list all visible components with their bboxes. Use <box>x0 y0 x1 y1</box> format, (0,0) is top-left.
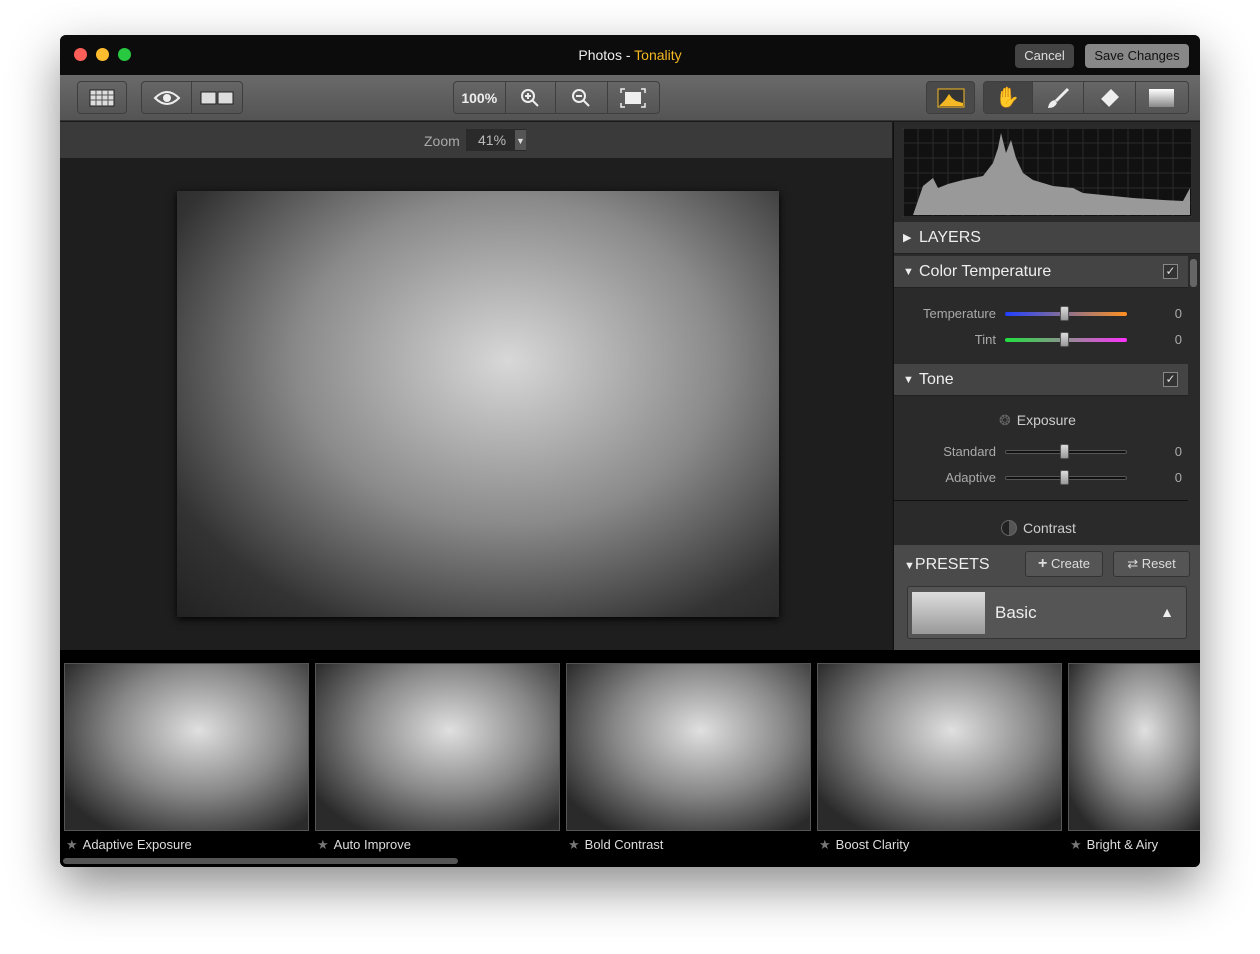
standard-label: Standard <box>943 444 996 459</box>
temperature-slider-handle[interactable] <box>1060 306 1069 321</box>
reset-preset-button[interactable]: ⇄ Reset <box>1113 551 1190 577</box>
temperature-value: 0 <box>1174 306 1182 321</box>
preset-thumbnail-auto-improve[interactable] <box>315 663 560 831</box>
color-temperature-checkbox[interactable]: ✓ <box>1163 264 1178 279</box>
cancel-button[interactable]: Cancel <box>1015 44 1074 68</box>
preset-label-text: Adaptive Exposure <box>82 837 192 852</box>
gradient-icon[interactable] <box>1136 82 1188 113</box>
adaptive-slider-row: Adaptive 0 <box>894 468 1188 488</box>
tone-title: Tone <box>919 371 954 388</box>
tint-slider-row: Tint 0 <box>894 330 1188 350</box>
toolbar: 100% ✋ <box>60 75 1200 121</box>
exposure-label: Exposure <box>1016 412 1076 428</box>
color-temperature-title: Color Temperature <box>919 263 1052 280</box>
triangle-up-icon[interactable]: ▲ <box>1160 604 1174 620</box>
presets-title: PRESETS <box>914 556 990 573</box>
image-canvas[interactable] <box>60 158 892 650</box>
zoom-value: 41% <box>478 132 507 148</box>
adaptive-slider-handle[interactable] <box>1060 470 1069 485</box>
preset-label[interactable]: ★ Bright & Airy <box>1070 837 1158 853</box>
zoom-select[interactable]: 41% ▼ <box>466 129 526 151</box>
preset-label[interactable]: ★ Bold Contrast <box>568 837 663 853</box>
triangle-down-icon: ▼ <box>904 560 915 572</box>
aperture-icon: ❂ <box>999 412 1011 428</box>
preset-label-text: Bold Contrast <box>584 837 664 852</box>
color-temperature-header[interactable]: ▼ Color Temperature ✓ <box>894 256 1188 288</box>
preset-label[interactable]: ★ Boost Clarity <box>819 837 909 853</box>
split-view-icon[interactable] <box>192 82 242 113</box>
tint-slider-handle[interactable] <box>1060 332 1069 347</box>
triangle-right-icon: ▶ <box>903 232 912 244</box>
plus-icon: + <box>1038 555 1048 572</box>
title-bar: Photos - Tonality Cancel Save Changes <box>60 35 1200 75</box>
tone-header[interactable]: ▼ Tone ✓ <box>894 364 1188 396</box>
create-label: Create <box>1050 556 1090 571</box>
triangle-down-icon: ▼ <box>903 374 914 386</box>
adaptive-value: 0 <box>1174 470 1182 485</box>
zoom-bar: Zoom 41% ▼ <box>60 122 892 158</box>
temperature-slider-row: Temperature 0 <box>894 304 1188 324</box>
standard-value: 0 <box>1174 444 1182 459</box>
preset-label[interactable]: ★ Adaptive Exposure <box>66 837 192 853</box>
triangle-down-icon: ▼ <box>903 266 914 278</box>
zoom-in-icon[interactable] <box>506 82 557 113</box>
preset-label-text: Boost Clarity <box>835 837 910 852</box>
histogram <box>903 128 1192 217</box>
eye-icon[interactable] <box>142 82 193 113</box>
preset-thumbnail-bright-airy[interactable] <box>1068 663 1200 831</box>
contrast-icon <box>1001 520 1017 536</box>
layers-header[interactable]: ▶ LAYERS <box>894 222 1200 254</box>
preset-label-text: Auto Improve <box>333 837 411 852</box>
filmstrip-scrollbar[interactable] <box>63 858 458 864</box>
tint-label: Tint <box>974 332 996 347</box>
adjustments-panel: ▶ LAYERS ▼ Color Temperature ✓ Temperature 0… <box>893 122 1200 650</box>
app-window: Photos - Tonality Cancel Save Changes 10… <box>60 35 1200 867</box>
temperature-label: Temperature <box>923 306 996 321</box>
fit-screen-icon[interactable] <box>608 82 659 113</box>
contrast-heading: Contrast <box>1001 520 1076 536</box>
brush-icon[interactable] <box>1033 82 1085 113</box>
chevron-down-icon[interactable]: ▼ <box>515 130 526 150</box>
presets-section: ▼PRESETS + Create ⇄ Reset Basic ▲ <box>894 545 1200 650</box>
star-icon[interactable]: ★ <box>819 837 831 852</box>
star-icon[interactable]: ★ <box>568 837 580 852</box>
save-changes-button[interactable]: Save Changes <box>1085 44 1189 68</box>
star-icon[interactable]: ★ <box>1070 837 1082 852</box>
hand-icon[interactable]: ✋ <box>984 82 1033 113</box>
preset-thumbnail <box>912 592 985 634</box>
star-icon[interactable]: ★ <box>66 837 78 852</box>
preset-label[interactable]: ★ Auto Improve <box>317 837 411 853</box>
contrast-label: Contrast <box>1023 520 1076 536</box>
grid-view-icon[interactable] <box>78 82 126 113</box>
standard-slider-handle[interactable] <box>1060 444 1069 459</box>
presets-header[interactable]: ▼PRESETS <box>904 556 990 574</box>
reset-label: Reset <box>1141 556 1176 571</box>
tint-value: 0 <box>1174 332 1182 347</box>
standard-slider-row: Standard 0 <box>894 442 1188 462</box>
preset-label-text: Bright & Airy <box>1086 837 1159 852</box>
zoom-100-button[interactable]: 100% <box>454 82 506 113</box>
preset-name: Basic <box>995 603 1037 622</box>
exposure-heading: ❂ Exposure <box>999 412 1076 429</box>
preset-selector[interactable]: Basic ▲ <box>907 586 1187 639</box>
layers-title: LAYERS <box>919 229 981 246</box>
scrollbar[interactable] <box>1190 259 1197 287</box>
eraser-icon[interactable] <box>1084 82 1136 113</box>
title-app: Tonality <box>634 47 682 63</box>
create-preset-button[interactable]: + Create <box>1025 551 1103 577</box>
zoom-out-icon[interactable] <box>556 82 608 113</box>
adaptive-label: Adaptive <box>945 470 996 485</box>
preset-thumbnail-boost-clarity[interactable] <box>817 663 1062 831</box>
title-prefix: Photos - <box>578 47 631 63</box>
presets-filmstrip: ★ Adaptive Exposure ★ Auto Improve ★ Bold C… <box>60 650 1200 867</box>
tone-checkbox[interactable]: ✓ <box>1163 372 1178 387</box>
star-icon[interactable]: ★ <box>317 837 329 852</box>
refresh-icon: ⇄ <box>1127 556 1139 571</box>
zoom-label: Zoom <box>424 133 460 149</box>
histogram-icon[interactable] <box>927 82 974 113</box>
preset-thumbnail-adaptive-exposure[interactable] <box>64 663 309 831</box>
photo-preview <box>177 191 779 617</box>
preset-thumbnail-bold-contrast[interactable] <box>566 663 811 831</box>
